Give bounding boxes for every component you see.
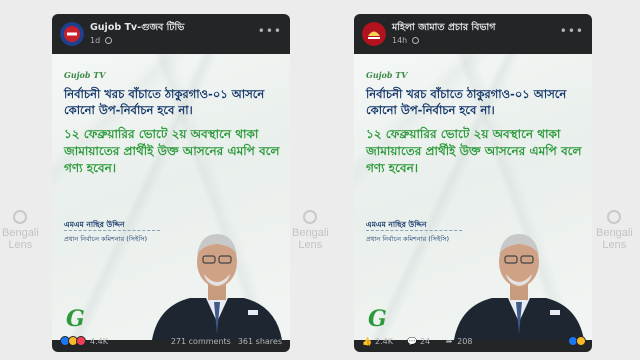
watermark-text: Lens xyxy=(8,239,33,251)
love-reaction-icon xyxy=(76,336,86,346)
comment-button[interactable]: 💬 24 xyxy=(407,337,430,346)
watermark-left: Bengali Lens xyxy=(2,210,39,251)
g-logo: G xyxy=(66,306,85,332)
graphic-brand: Gujob TV xyxy=(64,70,106,80)
gujob-tv-logo-icon xyxy=(60,22,84,46)
globe-icon xyxy=(411,37,419,44)
watermark-middle: Bengali Lens xyxy=(292,210,329,251)
divider xyxy=(64,230,160,231)
share-button[interactable]: ➦ 208 xyxy=(444,336,473,346)
g-logo: G xyxy=(368,306,387,332)
post-header: Gujob Tv-গুজব টিভি 1d ••• xyxy=(52,14,290,54)
share-icon: ➦ xyxy=(445,336,453,346)
page-avatar[interactable] xyxy=(362,22,386,46)
like-button[interactable]: 👍 2.4K xyxy=(362,337,393,346)
headline-part-2: ১২ ফেব্রুয়ারির ভোটে ২য় অবস্থানে থাকা জ… xyxy=(64,127,280,175)
speaker-portrait-illustration xyxy=(454,234,584,340)
party-logo-icon xyxy=(362,22,386,46)
comments-count[interactable]: 271 comments xyxy=(171,337,231,346)
speaker-portrait-illustration xyxy=(152,234,282,340)
shares-count[interactable]: 361 shares xyxy=(238,337,282,346)
post-time[interactable]: 1d xyxy=(90,36,100,45)
divider xyxy=(366,230,462,231)
graphic-brand: Gujob TV xyxy=(366,70,408,80)
globe-icon xyxy=(104,37,112,44)
watermark-text: Bengali xyxy=(292,227,329,239)
post-image[interactable]: Gujob TV নির্বাচনী খরচ বাঁচাতে ঠাকুরগাও-… xyxy=(354,54,592,340)
comments-count: 24 xyxy=(419,336,431,346)
speaker-title: প্রধান নির্বাচন কমিশনার (সিইসি) xyxy=(366,235,450,243)
watermark-right: Bengali Lens xyxy=(596,210,633,251)
watermark-logo-icon xyxy=(303,210,318,224)
page-name[interactable]: Gujob Tv-গুজব টিভি xyxy=(90,21,184,36)
headline-part-1: নির্বাচনী খরচ বাঁচাতে ঠাকুরগাও-০১ আসনে ক… xyxy=(366,87,567,117)
headline-part-2: ১২ ফেব্রুয়ারির ভোটে ২য় অবস্থানে থাকা জ… xyxy=(366,127,582,175)
shares-count: 208 xyxy=(457,336,473,346)
watermark-text: Bengali xyxy=(596,227,633,239)
post-meta: 14h xyxy=(392,36,419,45)
post-meta: 1d xyxy=(90,36,112,45)
haha-reaction-icon xyxy=(576,336,586,346)
post-header: মহিলা জামাত প্রচার বিভাগ 14h ••• xyxy=(354,14,592,54)
facebook-post-1: Gujob Tv-গুজব টিভি 1d ••• Gujob TV নির্ব… xyxy=(52,14,290,352)
reactions-count: 4.4K xyxy=(90,336,108,346)
watermark-text: Lens xyxy=(602,239,627,251)
page-name[interactable]: মহিলা জামাত প্রচার বিভাগ xyxy=(392,21,495,36)
watermark-text: Lens xyxy=(298,239,323,251)
watermark-logo-icon xyxy=(13,210,28,224)
reactions[interactable]: 4.4K xyxy=(60,336,108,346)
post-image[interactable]: Gujob TV নির্বাচনী খরচ বাঁচাতে ঠাকুরগাও-… xyxy=(52,54,290,340)
more-options-icon[interactable]: ••• xyxy=(258,24,282,38)
reactions[interactable] xyxy=(568,336,586,346)
headline-part-1: নির্বাচনী খরচ বাঁচাতে ঠাকুরগাও-০১ আসনে ক… xyxy=(64,87,265,117)
speaker-title: প্রধান নির্বাচন কমিশনার (সিইসি) xyxy=(64,235,148,243)
comment-icon: 💬 xyxy=(406,336,417,346)
watermark-text: Bengali xyxy=(2,227,39,239)
more-options-icon[interactable]: ••• xyxy=(560,24,584,38)
post-footer: 4.4K 271 comments 361 shares xyxy=(52,330,290,352)
post-footer: 👍 2.4K 💬 24 ➦ 208 xyxy=(354,330,592,352)
likes-count: 2.4K xyxy=(375,336,393,346)
watermark-logo-icon xyxy=(607,210,622,224)
facebook-post-2: মহিলা জামাত প্রচার বিভাগ 14h ••• Gujob T… xyxy=(354,14,592,352)
post-time[interactable]: 14h xyxy=(392,36,407,45)
thumbs-up-icon: 👍 xyxy=(362,336,372,346)
page-avatar[interactable] xyxy=(60,22,84,46)
